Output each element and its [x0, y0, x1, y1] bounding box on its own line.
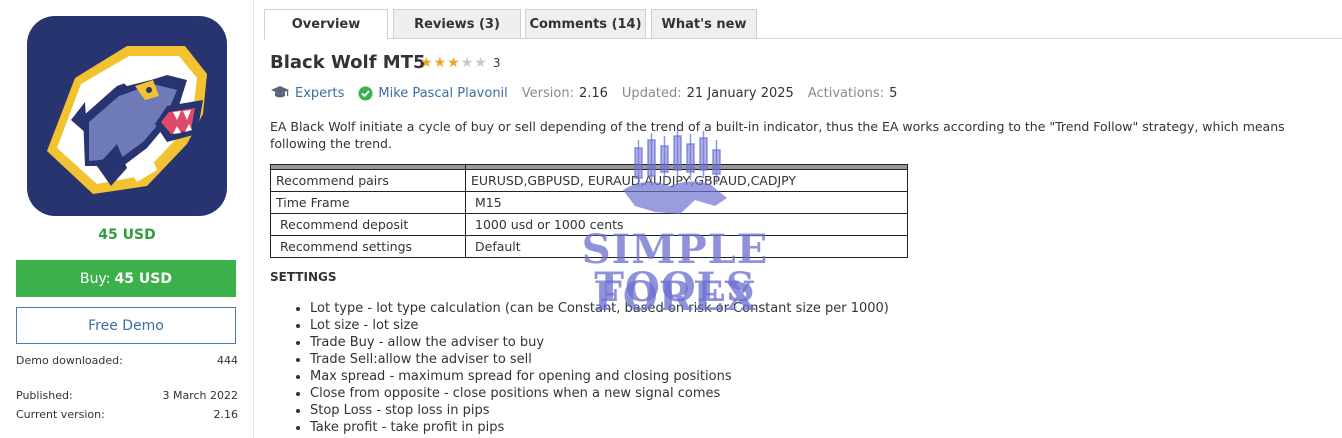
tab-reviews[interactable]: Reviews (3)	[393, 9, 521, 39]
list-item: Take profit - take profit in pips	[310, 419, 889, 436]
list-item: Trade Sell:allow the adviser to sell	[310, 351, 889, 368]
stat-label: Demo downloaded:	[16, 354, 123, 367]
list-item: Stop Loss - stop loss in pips	[310, 402, 889, 419]
product-meta: Experts Mike Pascal Plavonil Version: 2.…	[270, 85, 897, 101]
buy-price: 45 USD	[114, 270, 172, 287]
table-row: Recommend pairs EURUSD,GBPUSD, EURAUD,AU…	[270, 169, 908, 192]
activations-value: 5	[889, 85, 898, 101]
stat-published: Published: 3 March 2022	[16, 389, 238, 402]
table-cell-value: EURUSD,GBPUSD, EURAUD,AUDJPY,GBPAUD,CADJ…	[465, 169, 908, 192]
rating-count: 3	[492, 56, 501, 70]
star-icon: ★	[460, 55, 474, 71]
table-row: Time Frame M15	[270, 191, 908, 214]
table-cell-value: 1000 usd or 1000 cents	[465, 213, 908, 236]
list-item: Max spread - maximum spread for opening …	[310, 368, 889, 385]
spec-table: Recommend pairs EURUSD,GBPUSD, EURAUD,AU…	[270, 164, 908, 258]
updated-value: 21 January 2025	[686, 85, 794, 101]
graduation-cap-icon	[270, 85, 290, 101]
table-cell-key: Recommend pairs	[270, 169, 466, 192]
product-title: Black Wolf MT5	[270, 52, 426, 73]
star-icon: ★	[474, 55, 487, 71]
tab-bar: Overview Reviews (3) Comments (14) What'…	[264, 9, 1342, 40]
stat-demo-downloaded: Demo downloaded: 444	[16, 354, 238, 367]
star-icon: ★	[433, 55, 447, 71]
product-sidebar: 45 USD Buy: 45 USD Free Demo Demo downlo…	[0, 0, 254, 438]
stat-value: 444	[217, 354, 238, 367]
table-cell-value: M15	[465, 191, 908, 214]
table-cell-key: Recommend settings	[270, 235, 466, 258]
settings-heading: SETTINGS	[270, 270, 337, 284]
buy-button[interactable]: Buy: 45 USD	[16, 260, 236, 297]
list-item: Lot size - lot size	[310, 317, 889, 334]
table-cell-key: Recommend deposit	[270, 213, 466, 236]
table-row: Recommend settings Default	[270, 235, 908, 258]
star-icon: ★	[447, 55, 460, 71]
wolf-logo-icon	[47, 46, 207, 194]
stat-value: 3 March 2022	[162, 389, 238, 402]
product-logo	[27, 16, 227, 216]
buy-label: Buy:	[80, 270, 111, 287]
tab-comments[interactable]: Comments (14)	[525, 9, 646, 39]
stat-label: Published:	[16, 389, 73, 402]
updated-label: Updated:	[621, 85, 682, 101]
table-row: Recommend deposit 1000 usd or 1000 cents	[270, 213, 908, 236]
rating-stars: ★ ★ ★ ★ ★ 3	[420, 55, 500, 71]
table-cell-value: Default	[465, 235, 908, 258]
stat-value: 2.16	[213, 408, 239, 421]
table-cell-key: Time Frame	[270, 191, 466, 214]
list-item: Trade Buy - allow the adviser to buy	[310, 334, 889, 351]
star-icon: ★	[420, 55, 433, 71]
activations-label: Activations:	[807, 85, 885, 101]
tab-overview[interactable]: Overview	[264, 9, 388, 40]
category-link[interactable]: Experts	[295, 86, 344, 101]
list-item: Close from opposite - close positions wh…	[310, 385, 889, 402]
stat-current-version: Current version: 2.16	[16, 408, 238, 421]
version-value: 2.16	[578, 85, 608, 101]
product-description: EA Black Wolf initiate a cycle of buy or…	[270, 119, 1285, 151]
stat-label: Current version:	[16, 408, 105, 421]
verified-check-icon	[358, 86, 373, 101]
tab-whats-new[interactable]: What's new	[651, 9, 757, 39]
list-item: Lot type - lot type calculation (can be …	[310, 300, 889, 317]
free-demo-button[interactable]: Free Demo	[16, 307, 236, 344]
author-link[interactable]: Mike Pascal Plavonil	[378, 86, 507, 101]
version-label: Version:	[521, 85, 574, 101]
product-price: 45 USD	[98, 227, 156, 243]
settings-list: Lot type - lot type calculation (can be …	[310, 300, 889, 436]
